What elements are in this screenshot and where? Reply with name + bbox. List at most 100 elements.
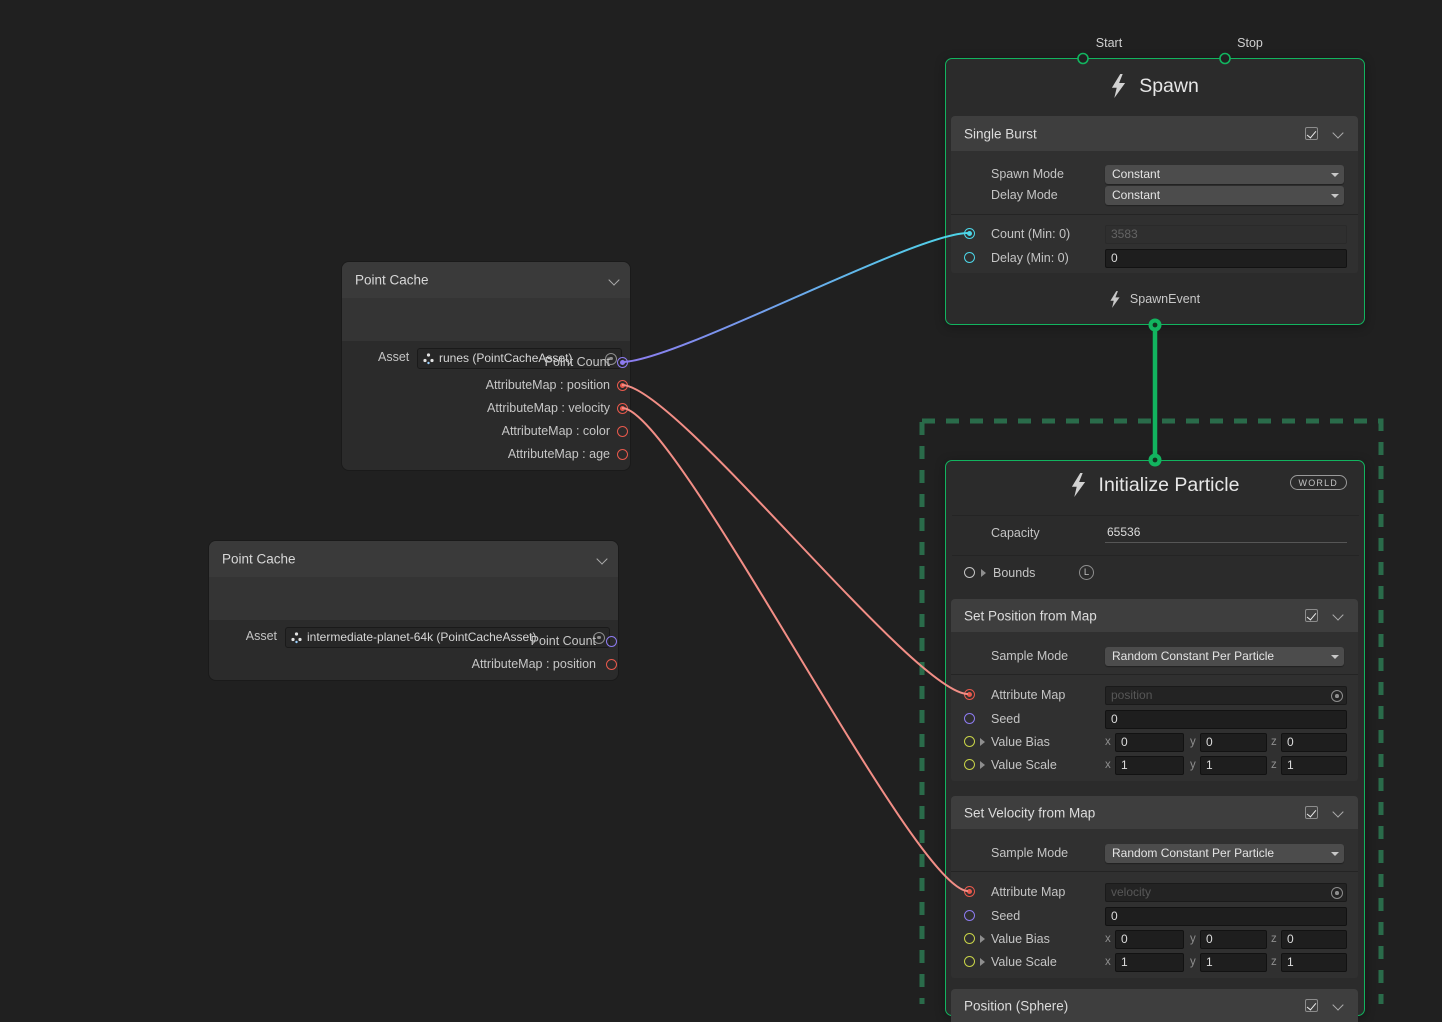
- collapse-chevron-icon[interactable]: [1332, 1000, 1344, 1012]
- value: 0: [1287, 932, 1294, 946]
- value-scale-input-port[interactable]: [964, 956, 975, 967]
- delay-input-port[interactable]: [964, 252, 975, 263]
- seed-label: Seed: [991, 710, 1020, 729]
- initialize-particle-node[interactable]: Initialize Particle WORLD Capacity 65536…: [945, 460, 1365, 1016]
- axis-y-label: y: [1190, 930, 1196, 949]
- value: 0: [1287, 735, 1294, 749]
- delay-mode-dropdown[interactable]: Constant: [1105, 186, 1344, 205]
- node-title: Spawn: [1139, 75, 1199, 98]
- value-bias-x-input[interactable]: 0: [1115, 930, 1184, 949]
- attribute-map-field[interactable]: velocity: [1105, 883, 1347, 902]
- attribute-map-input-port[interactable]: [964, 886, 975, 897]
- seed-input[interactable]: 0: [1105, 710, 1347, 729]
- foldout-triangle-icon[interactable]: [980, 761, 985, 769]
- seed-input-port[interactable]: [964, 713, 975, 724]
- value-scale-input-port[interactable]: [964, 759, 975, 770]
- attribute-map-value: velocity: [1111, 885, 1151, 899]
- point-cache-1-header[interactable]: Point Cache: [342, 262, 630, 298]
- sample-mode-dropdown[interactable]: Random Constant Per Particle: [1105, 647, 1344, 666]
- foldout-triangle-icon[interactable]: [980, 958, 985, 966]
- single-burst-block-header[interactable]: Single Burst: [951, 116, 1358, 151]
- value-bias-y-input[interactable]: 0: [1200, 733, 1267, 752]
- attributemap-position-output-port[interactable]: [606, 659, 617, 670]
- edge-point-count-to-count[interactable]: [622, 233, 968, 362]
- bounds-input-port[interactable]: [964, 567, 975, 578]
- foldout-triangle-icon[interactable]: [980, 935, 985, 943]
- value-bias-z-input[interactable]: 0: [1281, 930, 1347, 949]
- node-title: Point Cache: [355, 273, 429, 288]
- sample-mode-dropdown[interactable]: Random Constant Per Particle: [1105, 844, 1344, 863]
- block-enabled-checkbox[interactable]: [1305, 806, 1318, 819]
- value-scale-z-input[interactable]: 1: [1281, 953, 1347, 972]
- seed-input-port[interactable]: [964, 910, 975, 921]
- value-scale-label: Value Scale: [991, 953, 1057, 972]
- attributemap-color-output-port[interactable]: [617, 426, 628, 437]
- attribute-map-input-port[interactable]: [964, 689, 975, 700]
- dropdown-arrow-icon: [1331, 194, 1339, 198]
- collapse-chevron-icon[interactable]: [608, 275, 620, 287]
- attribute-map-field[interactable]: position: [1105, 686, 1347, 705]
- axis-y-label: y: [1190, 756, 1196, 775]
- value-scale-y-input[interactable]: 1: [1200, 756, 1267, 775]
- point-cache-node-1[interactable]: Point Cache Asset runes (PointCacheAsset…: [342, 262, 630, 470]
- count-input[interactable]: 3583: [1105, 225, 1347, 244]
- collapse-chevron-icon[interactable]: [596, 554, 608, 566]
- spawn-mode-dropdown[interactable]: Constant: [1105, 165, 1344, 184]
- seed-input[interactable]: 0: [1105, 907, 1347, 926]
- spawn-mode-value: Constant: [1112, 167, 1160, 181]
- value-scale-y-input[interactable]: 1: [1200, 953, 1267, 972]
- sample-mode-value: Random Constant Per Particle: [1112, 846, 1274, 860]
- spawn-event-label: SpawnEvent: [1130, 292, 1200, 306]
- block-enabled-checkbox[interactable]: [1305, 999, 1318, 1012]
- value-bias-label: Value Bias: [991, 733, 1050, 752]
- point-cache-2-header[interactable]: Point Cache: [209, 541, 618, 577]
- point-cache-node-2[interactable]: Point Cache Asset intermediate-planet-64…: [209, 541, 618, 680]
- value-scale-x-input[interactable]: 1: [1115, 953, 1184, 972]
- object-picker-icon[interactable]: [1331, 690, 1343, 702]
- attributemap-position-output-port[interactable]: [617, 380, 628, 391]
- edge-position-to-attribute-map[interactable]: [622, 385, 968, 694]
- value-scale-z-input[interactable]: 1: [1281, 756, 1347, 775]
- set-velocity-block-header[interactable]: Set Velocity from Map: [951, 796, 1358, 829]
- value-bias-y-input[interactable]: 0: [1200, 930, 1267, 949]
- delay-input[interactable]: 0: [1105, 249, 1347, 268]
- spawn-node[interactable]: Spawn Single Burst Spawn Mode Constant D…: [945, 58, 1365, 325]
- count-input-port[interactable]: [964, 228, 975, 239]
- attributemap-velocity-output-port[interactable]: [617, 403, 628, 414]
- asset-label: Asset: [378, 348, 408, 367]
- block-enabled-checkbox[interactable]: [1305, 127, 1318, 140]
- bounds-space-toggle[interactable]: L: [1079, 565, 1094, 580]
- value: 1: [1287, 758, 1294, 772]
- collapse-chevron-icon[interactable]: [1332, 807, 1344, 819]
- delay-value: 0: [1111, 251, 1118, 265]
- output-label: AttributeMap : position: [472, 655, 596, 674]
- value-bias-z-input[interactable]: 0: [1281, 733, 1347, 752]
- collapse-chevron-icon[interactable]: [1332, 128, 1344, 140]
- point-count-output-port[interactable]: [606, 636, 617, 647]
- axis-x-label: x: [1105, 930, 1111, 949]
- set-position-block-header[interactable]: Set Position from Map: [951, 599, 1358, 632]
- value-scale-label: Value Scale: [991, 756, 1057, 775]
- foldout-triangle-icon[interactable]: [981, 569, 986, 577]
- dropdown-arrow-icon: [1331, 852, 1339, 856]
- value-bias-input-port[interactable]: [964, 933, 975, 944]
- lightning-icon: [1110, 291, 1120, 308]
- edge-velocity-to-attribute-map[interactable]: [622, 408, 968, 891]
- collapse-chevron-icon[interactable]: [1332, 610, 1344, 622]
- value: 0: [1121, 735, 1128, 749]
- capacity-input[interactable]: 65536: [1105, 523, 1347, 543]
- point-count-output-port[interactable]: [617, 357, 628, 368]
- count-value: 3583: [1111, 227, 1138, 241]
- value-scale-x-input[interactable]: 1: [1115, 756, 1184, 775]
- value-bias-x-input[interactable]: 0: [1115, 733, 1184, 752]
- asset-row: Asset runes (PointCacheAsset): [342, 298, 630, 341]
- axis-x-label: x: [1105, 733, 1111, 752]
- foldout-triangle-icon[interactable]: [980, 738, 985, 746]
- position-sphere-block-header[interactable]: Position (Sphere): [951, 989, 1358, 1022]
- space-world-badge[interactable]: WORLD: [1290, 475, 1348, 490]
- dropdown-arrow-icon: [1331, 655, 1339, 659]
- object-picker-icon[interactable]: [1331, 887, 1343, 899]
- value-bias-input-port[interactable]: [964, 736, 975, 747]
- attributemap-age-output-port[interactable]: [617, 449, 628, 460]
- block-enabled-checkbox[interactable]: [1305, 609, 1318, 622]
